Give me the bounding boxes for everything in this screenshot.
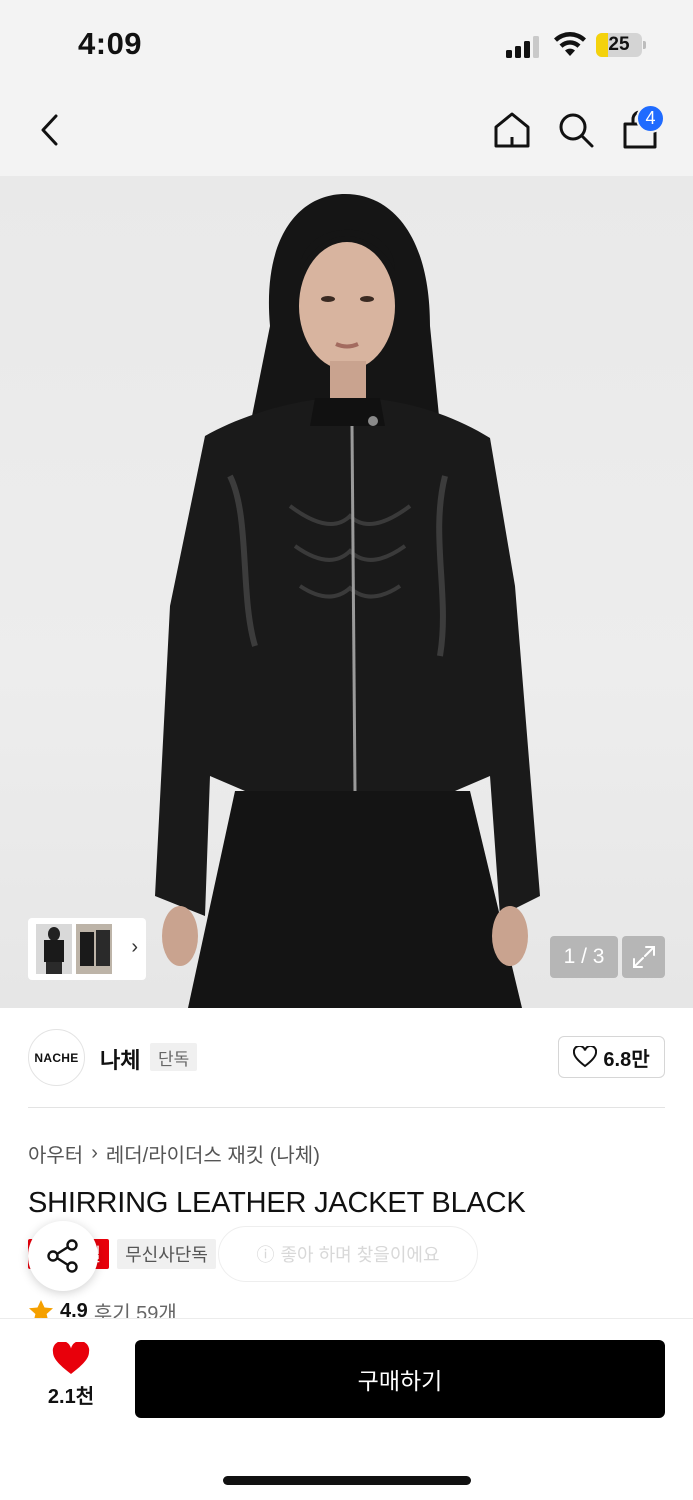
wishlist-button[interactable]: 2.1천 — [36, 1342, 106, 1414]
breadcrumb: 아우터 › 레더/라이더스 재킷 (나체) — [28, 1139, 320, 1168]
share-button[interactable] — [28, 1221, 98, 1291]
breadcrumb-category[interactable]: 아우터 — [28, 1139, 83, 1168]
brand-logo[interactable]: NACHE — [28, 1029, 85, 1086]
ghost-toast: ⓘ 좋아 하며 찾을이에요 — [218, 1226, 478, 1282]
exclusive-tag: 무신사단독 — [117, 1239, 216, 1269]
brand-exclusive-tag: 단독 — [150, 1043, 198, 1071]
home-button[interactable] — [490, 108, 534, 152]
ghost-toast-text: 좋아 하며 찾을이에요 — [280, 1245, 440, 1265]
chevron-right-icon: › — [131, 936, 138, 958]
home-indicator[interactable] — [223, 1476, 471, 1485]
brand-like-count: 6.8만 — [603, 1048, 650, 1071]
search-icon — [559, 113, 594, 148]
cart-count-badge: 4 — [636, 104, 665, 133]
status-time: 4:09 — [78, 26, 143, 61]
battery-level: 25 — [608, 34, 630, 55]
thumbnail-1[interactable] — [36, 924, 72, 974]
heart-filled-icon — [52, 1342, 90, 1374]
chevron-left-icon — [41, 114, 58, 146]
expand-icon — [632, 946, 655, 968]
brand-name[interactable]: 나체 — [100, 1043, 140, 1075]
back-button[interactable] — [28, 108, 72, 152]
info-icon: ⓘ — [256, 1245, 275, 1265]
search-button[interactable] — [554, 108, 598, 152]
cellular-signal-icon — [506, 36, 542, 58]
chevron-right-icon: › — [91, 1142, 98, 1164]
thumbnail-2[interactable] — [76, 924, 112, 974]
model-photo — [155, 194, 540, 1008]
home-icon — [494, 112, 530, 148]
image-page-counter: 1 / 3 — [550, 936, 618, 978]
product-title: SHIRRING LEATHER JACKET BLACK — [28, 1187, 526, 1219]
status-bar: 4:09 25 — [0, 0, 693, 88]
divider — [28, 1107, 665, 1108]
battery-icon: 25 — [596, 33, 648, 57]
nav-bar — [0, 88, 693, 176]
wishlist-count: 2.1천 — [47, 1386, 95, 1408]
expand-image-button[interactable] — [622, 936, 665, 978]
thumbnail-strip[interactable]: › — [28, 918, 146, 980]
wifi-icon — [553, 32, 587, 58]
heart-outline-icon — [573, 1046, 598, 1068]
brand-like-button[interactable]: 6.8만 — [558, 1036, 665, 1078]
share-icon — [47, 1239, 78, 1273]
breadcrumb-subcategory[interactable]: 레더/라이더스 재킷 (나체) — [106, 1139, 320, 1168]
buy-button[interactable]: 구매하기 — [135, 1340, 665, 1418]
product-image[interactable] — [0, 176, 693, 1008]
